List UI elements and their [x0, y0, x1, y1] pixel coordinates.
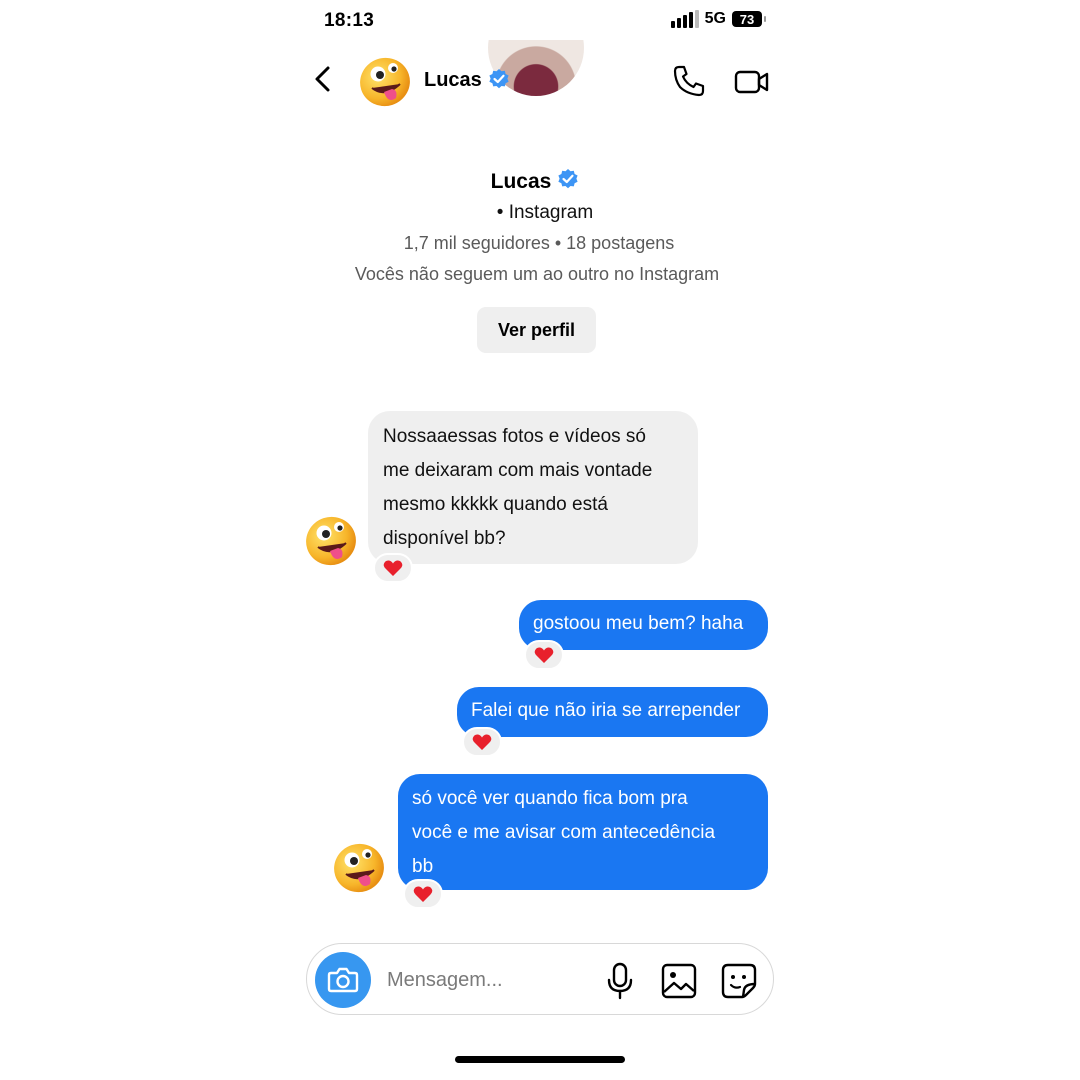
red-heart-icon [472, 734, 492, 750]
zany-face-emoji-seen-indicator [334, 843, 384, 893]
back-icon[interactable] [310, 64, 336, 94]
message-line: você e me avisar com antecedência [412, 822, 716, 843]
red-heart-icon [413, 886, 433, 902]
gallery-icon[interactable] [661, 963, 697, 999]
message-line: me deixaram com mais vontade [383, 460, 653, 481]
signal-strength-icon [670, 10, 699, 28]
verified-badge-icon [558, 169, 578, 189]
heart-reaction[interactable] [403, 879, 443, 909]
outgoing-message-bubble[interactable]: só você ver quando fica bom pra você e m… [398, 774, 768, 890]
view-profile-button[interactable]: Ver perfil [477, 307, 596, 353]
phone-call-icon[interactable] [672, 64, 706, 98]
microphone-icon[interactable] [605, 962, 635, 1000]
message-input[interactable] [387, 964, 587, 996]
sticker-icon[interactable] [720, 962, 758, 1000]
outgoing-message-bubble[interactable]: Falei que não iria se arrepender [457, 687, 768, 737]
message-line: gostoou meu bem? haha [533, 613, 744, 634]
message-line: Falei que não iria se arrepender [471, 700, 741, 721]
message-line: só você ver quando fica bom pra [412, 788, 688, 809]
instagram-dm-screen: 18:13 5G 73 Lucas Lucas • Instagram 1,7 … [300, 0, 780, 1080]
battery-icon: 73 [732, 11, 766, 27]
message-line: Nossaaessas fotos e vídeos só [383, 426, 646, 447]
heart-reaction[interactable] [373, 553, 413, 583]
status-time: 18:13 [324, 10, 375, 31]
message-line: disponível bb? [383, 528, 506, 549]
verified-badge-icon [489, 69, 509, 89]
incoming-message-bubble[interactable]: Nossaaessas fotos e vídeos só me deixara… [368, 411, 698, 564]
status-indicators: 5G 73 [670, 10, 766, 28]
camera-icon [327, 967, 359, 993]
message-line: bb [412, 856, 434, 877]
message-line: mesmo kkkkk quando está [383, 494, 608, 515]
battery-level: 73 [739, 11, 755, 27]
camera-button[interactable] [315, 952, 371, 1008]
message-composer [306, 943, 774, 1015]
video-call-icon[interactable] [734, 66, 770, 98]
home-indicator[interactable] [455, 1056, 625, 1063]
profile-subtitle: • Instagram [496, 202, 594, 223]
header-contact-name[interactable]: Lucas [424, 69, 482, 92]
network-type: 5G [704, 10, 726, 27]
red-heart-icon [534, 647, 554, 663]
zany-face-emoji-avatar[interactable] [358, 54, 412, 108]
heart-reaction[interactable] [462, 727, 502, 757]
follow-status: Vocês não seguem um ao outro no Instagra… [354, 264, 720, 284]
chat-header: Lucas [300, 50, 780, 110]
zany-face-emoji-avatar[interactable] [304, 513, 358, 567]
profile-name-text: Lucas [490, 170, 552, 193]
profile-stats: 1,7 mil seguidores • 18 postagens [403, 233, 675, 253]
profile-name: Lucas [300, 168, 770, 194]
red-heart-icon [383, 560, 403, 576]
heart-reaction[interactable] [524, 640, 564, 670]
